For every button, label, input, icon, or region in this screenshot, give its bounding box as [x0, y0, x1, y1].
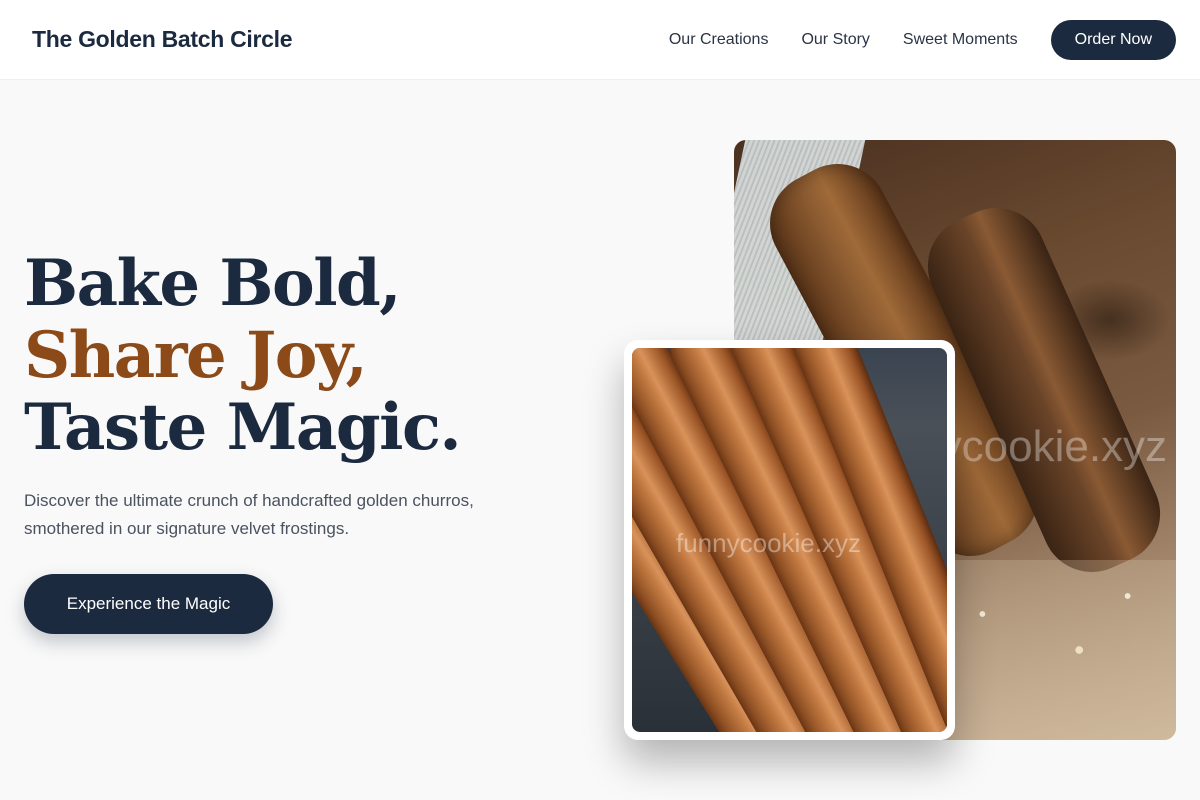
nav-link-our-story[interactable]: Our Story	[801, 31, 869, 49]
nav-link-sweet-moments[interactable]: Sweet Moments	[903, 31, 1018, 49]
nav-link-our-creations[interactable]: Our Creations	[669, 31, 769, 49]
brand-logo[interactable]: The Golden Batch Circle	[32, 26, 293, 53]
hero-headline: Bake Bold, Share Joy, Taste Magic.	[24, 248, 584, 464]
sugar-dust	[934, 560, 1176, 740]
experience-magic-button[interactable]: Experience the Magic	[24, 574, 273, 634]
nav-links: Our Creations Our Story Sweet Moments Or…	[669, 19, 1176, 60]
headline-line-2: Share Joy,	[24, 318, 368, 393]
churros-photo-front-image: funnycookie.xyz	[632, 348, 947, 732]
headline-line-1: Bake Bold,	[24, 246, 402, 321]
navbar: The Golden Batch Circle Our Creations Ou…	[0, 0, 1200, 80]
headline-line-3: Taste Magic.	[24, 390, 462, 465]
order-now-button[interactable]: Order Now	[1050, 19, 1176, 60]
churros-photo-front: funnycookie.xyz	[624, 340, 955, 740]
photo-watermark: funnycookie.xyz	[676, 528, 861, 558]
hero-headline-block: Bake Bold, Share Joy, Taste Magic.	[24, 248, 584, 464]
hero-subtext: Discover the ultimate crunch of handcraf…	[24, 491, 474, 538]
